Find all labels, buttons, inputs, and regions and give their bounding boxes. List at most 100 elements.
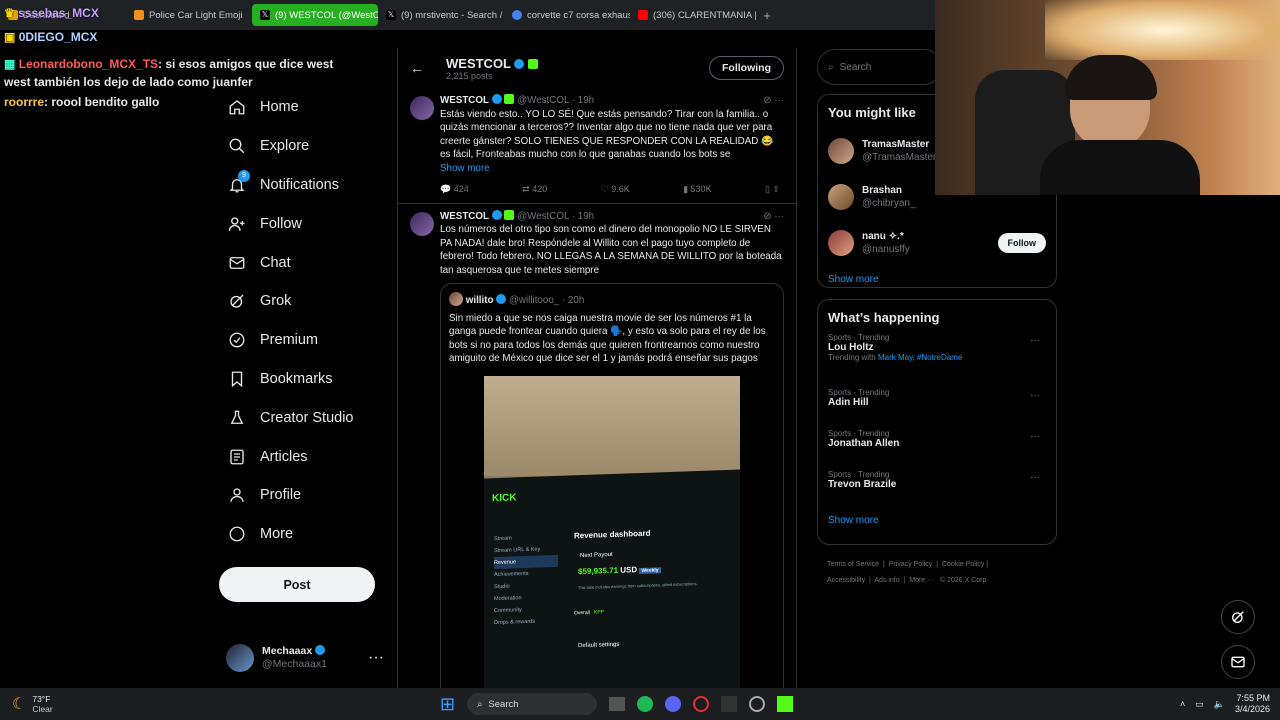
taskbar-search[interactable]: ⌕ Search — [467, 693, 598, 715]
epic-games-icon[interactable] — [721, 696, 738, 712]
account-switcher[interactable]: Mechaaax @Mechaaax1 ··· — [226, 642, 396, 674]
clock[interactable]: 7:55 PM 3/4/2026 — [1235, 693, 1270, 715]
reply-button[interactable]: 💬 424 — [440, 183, 469, 197]
footer-link[interactable]: Privacy Policy — [889, 561, 933, 568]
footer-link[interactable]: Cookie Policy — [942, 561, 984, 568]
trend-with-links[interactable]: Mark May, #NotreDame — [878, 353, 962, 362]
tweet-handle: @WestCOL — [517, 95, 570, 106]
follow-button[interactable]: Follow — [997, 233, 1046, 253]
messages-fab-button[interactable] — [1221, 645, 1255, 679]
nav-home[interactable]: Home — [216, 88, 396, 127]
trend-item[interactable]: Sports · Trending Trevon Brazile ··· — [828, 470, 1046, 511]
windows-start-icon[interactable]: ⊞ — [440, 694, 455, 715]
tab-label: (9) WESTCOL (@WestCOL — [275, 9, 378, 21]
discord-icon[interactable] — [665, 696, 682, 712]
more-dots-icon[interactable]: ··· — [1030, 472, 1040, 483]
footer-link[interactable]: Terms of Service — [827, 561, 879, 568]
avatar — [226, 644, 254, 672]
nav-grok[interactable]: Grok — [216, 282, 396, 321]
app-icon[interactable] — [749, 696, 766, 712]
network-icon[interactable]: ▭ — [1195, 699, 1204, 710]
task-view-icon[interactable] — [609, 697, 626, 711]
taskbar-search-label: Search — [488, 698, 519, 710]
show-more-link[interactable]: Show more — [828, 274, 1046, 285]
bookmark-share-icons[interactable]: ▯ ⇪ — [765, 183, 780, 197]
trend-item[interactable]: Sports · Trending Lou Holtz Trending with … — [828, 333, 1046, 388]
nav-creator-studio[interactable]: Creator Studio — [216, 398, 396, 437]
account-name: Mechaaax — [262, 645, 313, 657]
footer-link[interactable]: Accessibility — [827, 577, 865, 584]
chat-username: Leonardobono_MCX_TS — [18, 57, 159, 71]
search-input[interactable]: ⌕ Search — [817, 49, 942, 85]
search-icon: ⌕ — [828, 61, 834, 73]
nav-more[interactable]: More — [216, 515, 396, 554]
show-more-link[interactable]: Show more — [440, 162, 784, 176]
quoted-tweet[interactable]: willito @willitooo_ · 20h Sin miedo a qu… — [440, 283, 784, 688]
show-more-link[interactable]: Show more — [828, 515, 1046, 526]
browser-tab[interactable]: corvette c7 corsa exhaust — [504, 4, 630, 26]
default-settings: Default settings — [578, 641, 620, 649]
more-dots-icon[interactable]: ··· — [1030, 390, 1040, 401]
footer-row: Accessibility | Ads info | More ··· © 20… — [827, 577, 989, 584]
volume-icon[interactable]: 🔈 — [1214, 699, 1225, 710]
grok-fab-button[interactable] — [1221, 600, 1255, 634]
more-dots-icon[interactable]: ··· — [368, 649, 384, 667]
suggestion-name: Brashan — [862, 185, 903, 196]
tweet[interactable]: WESTCOL @WestCOL · 19h ⊘ ··· Los números … — [398, 204, 796, 688]
trend-with-label: Trending with — [828, 353, 876, 362]
back-arrow-icon[interactable]: ← — [410, 60, 446, 76]
overlay-second-user: ▣ 0DIEGO_MCX — [4, 30, 97, 44]
nav-bookmarks[interactable]: Bookmarks — [216, 360, 396, 399]
trend-item[interactable]: Sports · Trending Jonathan Allen ··· — [828, 429, 1046, 470]
nav-follow[interactable]: Follow — [216, 204, 396, 243]
nav-premium[interactable]: Premium — [216, 321, 396, 360]
new-tab-button[interactable]: + — [756, 8, 778, 23]
repost-button[interactable]: ⇄ 420 — [522, 183, 547, 197]
grok-icon[interactable]: ⊘ ··· — [763, 210, 784, 224]
footer-link[interactable]: More ··· — [909, 577, 934, 584]
tweet-author: WESTCOL — [440, 95, 489, 106]
views-button[interactable]: ▮ 530K — [683, 183, 711, 197]
browser-tab[interactable]: Police Car Light Emoji — [126, 4, 252, 26]
post-button[interactable]: Post — [219, 567, 375, 602]
tweet-author: WESTCOL — [440, 210, 489, 222]
tweet-actions: 💬 424 ⇄ 420 ♡ 9.6K ▮ 530K ▯ ⇪ — [440, 183, 784, 197]
more-dots-icon[interactable]: ··· — [1030, 335, 1040, 346]
spotify-icon[interactable] — [637, 696, 654, 712]
account-handle: @Mechaaax1 — [262, 658, 327, 670]
search-icon — [229, 138, 245, 154]
tweet[interactable]: WESTCOL @WestCOL · 19h ⊘ ··· Estás viendo… — [398, 88, 796, 204]
more-dots-icon[interactable]: ··· — [1030, 431, 1040, 442]
verified-badge-icon — [491, 94, 502, 104]
browser-tab-active[interactable]: 𝕏 (9) WESTCOL (@WestCOL — [252, 4, 378, 26]
like-button[interactable]: ♡ 9.6K — [601, 183, 630, 197]
grok-icon[interactable]: ⊘ ··· — [763, 94, 784, 108]
nav-profile[interactable]: Profile — [216, 476, 396, 515]
tweet-time: · 19h — [571, 95, 595, 106]
browser-tab[interactable]: (306) CLARENTMANIA | E — [630, 4, 756, 26]
quote-image[interactable]: KICK Revenue dashboard Next Payout $59,9… — [484, 375, 740, 688]
tweet-header: WESTCOL @WestCOL · 19h ⊘ ··· — [440, 209, 784, 224]
footer-link[interactable]: Ads info — [874, 577, 899, 584]
suggestion-item[interactable]: nanu ✧.* @nanusffy Follow — [828, 220, 1046, 266]
kick-icon[interactable] — [777, 696, 794, 712]
windows-taskbar: ☾ 73°F Clear ⊞ ⌕ Search ˄ ▭ 🔈 7:55 PM 3/4/2… — [0, 688, 1280, 720]
nav-articles[interactable]: Articles — [216, 437, 396, 476]
avatar — [828, 184, 854, 210]
weather-widget[interactable]: ☾ 73°F Clear — [0, 694, 440, 714]
following-button[interactable]: Following — [709, 56, 784, 80]
browser-tab[interactable]: 𝕏 (9) mrstiventc - Search / X — [378, 4, 504, 26]
repost-count: 420 — [532, 184, 548, 194]
tab-label: Police Car Light Emoji — [149, 9, 243, 21]
temperature: 73°F — [32, 694, 51, 704]
trend-item[interactable]: Sports · Trending Adin Hill ··· — [828, 388, 1046, 429]
chat-username: roorrre — [4, 95, 45, 109]
person-shirt — [1040, 140, 1200, 195]
like-count: 9.6K — [611, 184, 630, 194]
nav-notifications[interactable]: 9 Notifications — [216, 166, 396, 205]
verified-badge-icon — [491, 209, 502, 220]
opera-icon[interactable] — [693, 696, 710, 712]
chevron-up-icon[interactable]: ˄ — [1180, 699, 1185, 709]
nav-chat[interactable]: Chat — [216, 243, 396, 282]
nav-explore[interactable]: Explore — [216, 127, 396, 166]
